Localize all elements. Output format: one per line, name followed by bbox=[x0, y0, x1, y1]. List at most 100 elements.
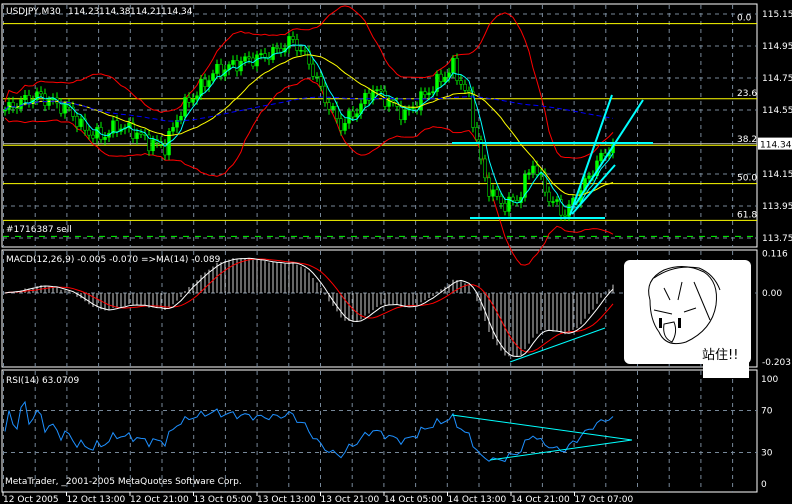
time-axis-label: 12 Oct 13:00 bbox=[67, 495, 126, 504]
candle-body bbox=[19, 99, 23, 109]
candle-body bbox=[207, 80, 211, 87]
time-axis-label: 17 Oct 07:00 bbox=[575, 495, 634, 504]
candle-body bbox=[511, 196, 515, 201]
candle-body bbox=[103, 136, 107, 140]
price-axis-label: 114.15 bbox=[762, 170, 792, 180]
candle-body bbox=[91, 134, 95, 139]
candle-body bbox=[443, 76, 447, 82]
ohlc-low: 114.21 bbox=[130, 7, 162, 17]
candle-body bbox=[151, 139, 155, 152]
candle-body bbox=[247, 56, 251, 59]
candle-body bbox=[87, 129, 91, 136]
candle-body bbox=[351, 110, 355, 118]
fib-level-label: 0.0 bbox=[737, 14, 752, 24]
candle-body bbox=[215, 63, 219, 74]
ohlc-close: 114.34 bbox=[161, 7, 193, 17]
candle-body bbox=[535, 165, 539, 175]
candle-body bbox=[587, 175, 591, 179]
candle-body bbox=[179, 115, 183, 121]
candle-body bbox=[563, 214, 567, 217]
time-axis-label: 12 Oct 21:00 bbox=[130, 495, 189, 504]
price-axis-label: 114.95 bbox=[762, 42, 792, 52]
candle-body bbox=[311, 63, 315, 77]
candle-body bbox=[423, 91, 427, 96]
candle-body bbox=[131, 122, 135, 139]
ohlc-open: 114.23 bbox=[68, 7, 100, 17]
candle-body bbox=[59, 102, 63, 114]
candle-body bbox=[343, 123, 347, 131]
macd-label: MACD(12,26,9) -0.005 -0.070 =>MA(14) -0.… bbox=[6, 255, 221, 265]
candle-body bbox=[279, 48, 283, 53]
candle-body bbox=[211, 73, 215, 81]
price-axis-label: 113.95 bbox=[762, 202, 792, 212]
time-axis-label: 13 Oct 21:00 bbox=[321, 495, 380, 504]
price-axis-label: 114.75 bbox=[762, 74, 792, 84]
candle-body bbox=[599, 152, 603, 162]
candle-body bbox=[23, 95, 27, 101]
candle-body bbox=[303, 50, 307, 52]
candle-body bbox=[431, 91, 435, 94]
macd-axis-label: 0.00 bbox=[762, 289, 782, 299]
candle-body bbox=[459, 80, 463, 85]
candle-body bbox=[171, 127, 175, 132]
candle-body bbox=[527, 172, 531, 175]
candle-body bbox=[475, 127, 479, 141]
time-axis-label: 14 Oct 21:00 bbox=[511, 495, 570, 504]
order-label: #1716387 sell bbox=[6, 225, 72, 235]
candle-body bbox=[483, 158, 487, 179]
candle-body bbox=[3, 109, 7, 112]
candle-body bbox=[319, 76, 323, 87]
candle-body bbox=[139, 132, 143, 135]
candle-body bbox=[551, 201, 555, 203]
fib-level-label: 23.6 bbox=[737, 89, 757, 99]
fib-level-label: 61.8 bbox=[737, 210, 757, 220]
chart-canvas[interactable]: 115.15 114.95 114.75 114.55 114.34 114.15 113.… bbox=[0, 0, 792, 504]
current-price-label: 114.34 bbox=[760, 141, 792, 151]
macd-axis-label: -0.203 bbox=[762, 358, 791, 368]
candle-body bbox=[363, 92, 367, 105]
trendline bbox=[574, 99, 644, 206]
candle-body bbox=[235, 60, 239, 72]
candle-body bbox=[323, 85, 327, 103]
candle-body bbox=[547, 191, 551, 202]
candle-body bbox=[327, 102, 331, 110]
candle-body bbox=[555, 199, 559, 202]
time-axis-label: 14 Oct 13:00 bbox=[448, 495, 507, 504]
candle-body bbox=[339, 118, 343, 131]
ohlc-high: 114.38 bbox=[99, 7, 131, 17]
macd-axis-label: 0.116 bbox=[762, 250, 788, 260]
rsi-label: RSI(14) 63.0709 bbox=[6, 376, 79, 386]
candle-body bbox=[63, 103, 67, 114]
candle-body bbox=[347, 110, 351, 124]
symbol-label: USDJPY,M30 bbox=[6, 7, 61, 17]
candle-body bbox=[355, 113, 359, 118]
candle-body bbox=[199, 78, 203, 97]
candle-body bbox=[291, 36, 295, 40]
candle-body bbox=[335, 106, 339, 119]
candle-body bbox=[491, 189, 495, 197]
candle-body bbox=[467, 90, 471, 93]
candle-body bbox=[379, 89, 383, 92]
candle-body bbox=[439, 73, 443, 82]
candle-body bbox=[375, 89, 379, 91]
candle-body bbox=[43, 93, 47, 106]
rsi-axis-label: 30 bbox=[761, 449, 773, 459]
rsi-trendline bbox=[489, 439, 633, 461]
copyright-label: MetaTrader, _2001-2005 MetaQuotes Softwa… bbox=[5, 477, 242, 487]
candle-body bbox=[271, 47, 275, 60]
candle-body bbox=[399, 106, 403, 121]
sticker-text: 站住!! bbox=[702, 348, 739, 363]
candle-body bbox=[47, 99, 51, 106]
candle-body bbox=[75, 116, 79, 127]
candle-body bbox=[219, 63, 223, 77]
candle-body bbox=[531, 165, 535, 174]
rsi-axis-label: 70 bbox=[761, 407, 773, 417]
candle-body bbox=[447, 72, 451, 78]
candle-body bbox=[275, 47, 279, 49]
candle-body bbox=[187, 97, 191, 103]
candle-body bbox=[183, 97, 187, 117]
time-axis-label: 12 Oct 2005 bbox=[3, 495, 59, 504]
candle-body bbox=[231, 60, 235, 65]
time-axis-label: 13 Oct 05:00 bbox=[194, 495, 253, 504]
time-axis-label: 14 Oct 05:00 bbox=[384, 495, 443, 504]
